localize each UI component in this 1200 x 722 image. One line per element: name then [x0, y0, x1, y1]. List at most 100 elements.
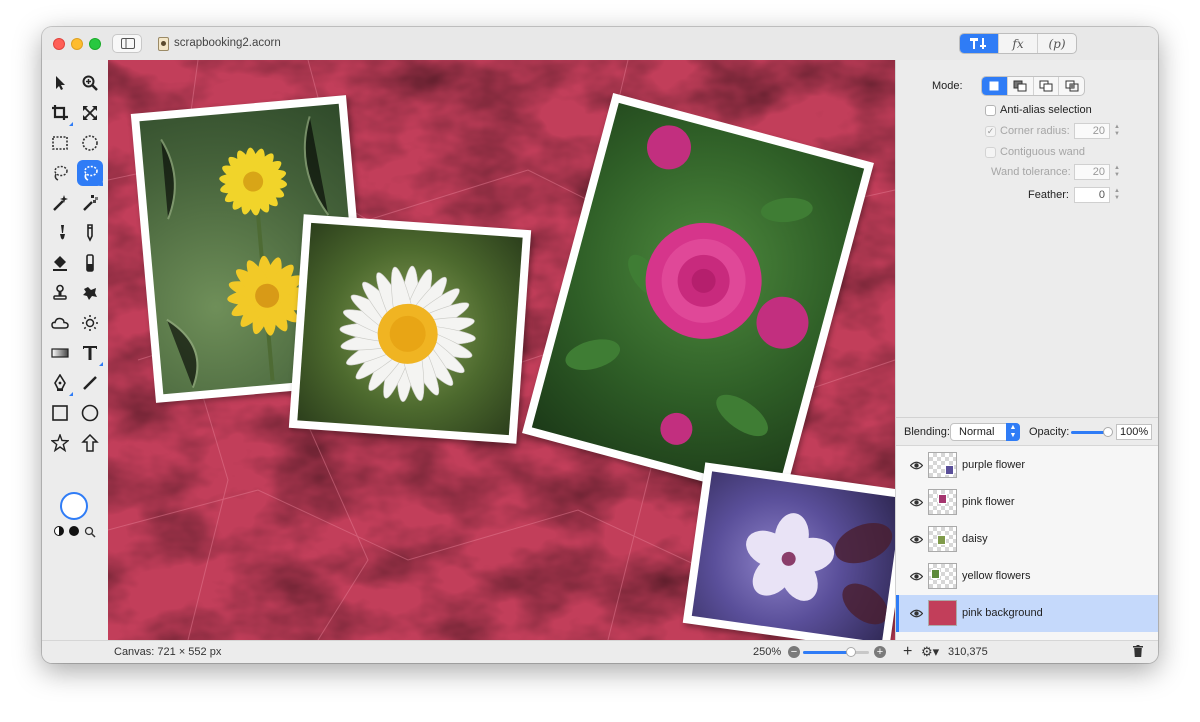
mode-subtract-button[interactable]	[1032, 77, 1059, 95]
zoom-slider-knob[interactable]	[845, 647, 856, 657]
mode-label: Mode:	[932, 80, 963, 92]
app-window: scrapbooking2.acorn fx (p) Mode: Anti-al…	[42, 27, 1158, 663]
zoom-in-button[interactable]: +	[874, 646, 886, 658]
wand-tolerance-stepper[interactable]: ▲ ▼	[1113, 165, 1121, 179]
visibility-eye-icon[interactable]	[910, 459, 923, 472]
properties-palette-tab[interactable]: (p)	[1037, 34, 1076, 53]
zoom-tool[interactable]	[77, 70, 103, 96]
antialias-checkbox[interactable]	[985, 105, 996, 116]
color-wand-tool[interactable]	[77, 190, 103, 216]
text-tool[interactable]	[77, 340, 103, 366]
visibility-eye-icon[interactable]	[910, 607, 923, 620]
image-canvas[interactable]	[108, 60, 895, 640]
palette-segmented-control: fx (p)	[959, 33, 1077, 54]
star-icon	[51, 434, 69, 452]
mode-new-button[interactable]	[982, 77, 1007, 95]
stroke-color-well[interactable]	[69, 526, 79, 536]
visibility-eye-icon[interactable]	[910, 570, 923, 583]
layer-row[interactable]: yellow flowers	[896, 558, 1158, 595]
pencil-icon	[87, 224, 93, 242]
ellipse-select-tool[interactable]	[77, 130, 103, 156]
corner-radius-field[interactable]: 20	[1074, 123, 1110, 139]
eraser-tool[interactable]	[77, 250, 103, 276]
add-layer-button[interactable]: +	[903, 643, 912, 661]
clone-tool[interactable]	[47, 280, 73, 306]
mode-intersect-button[interactable]	[1058, 77, 1084, 95]
arrow-shape-tool[interactable]	[77, 430, 103, 456]
brush-tool[interactable]	[47, 220, 73, 246]
magnetic-lasso-tool[interactable]	[77, 160, 103, 186]
magic-wand-tool[interactable]	[47, 190, 73, 216]
trash-icon[interactable]	[1133, 645, 1143, 657]
layer-row[interactable]: pink background	[896, 595, 1158, 632]
layer-name: yellow flowers	[962, 570, 1031, 582]
tool-inspector: Mode: Anti-alias selection ✓ Corner radi…	[895, 60, 1158, 417]
opacity-field[interactable]: 100%	[1116, 424, 1152, 440]
feather-stepper[interactable]: ▲ ▼	[1113, 188, 1121, 202]
blending-value: Normal	[959, 426, 995, 438]
purple-flower-photo[interactable]	[682, 462, 895, 640]
opacity-slider-knob[interactable]	[1103, 427, 1113, 437]
canvas-size-label: Canvas: 721 × 552 px	[114, 646, 222, 658]
close-window-button[interactable]	[53, 38, 65, 50]
layer-row[interactable]: daisy	[896, 521, 1158, 558]
fx-palette-tab[interactable]: fx	[998, 34, 1037, 53]
line-tool[interactable]	[77, 370, 103, 396]
rect-tool[interactable]	[47, 400, 73, 426]
transform-icon	[83, 106, 97, 120]
eyedropper-icon[interactable]	[84, 526, 96, 538]
transform-tool[interactable]	[77, 100, 103, 126]
status-bar: Canvas: 721 × 552 px 250% − + + ⚙▾ 310,3…	[42, 640, 1158, 663]
fill-color-well[interactable]	[60, 492, 88, 520]
smudge-tool[interactable]	[77, 280, 103, 306]
pen-nib-icon	[54, 374, 66, 391]
sidebar-toggle-button[interactable]	[112, 34, 142, 53]
layer-thumbnail	[928, 526, 957, 552]
swap-colors-icon[interactable]	[54, 526, 64, 536]
visibility-eye-icon[interactable]	[910, 533, 923, 546]
minimize-window-button[interactable]	[71, 38, 83, 50]
corner-radius-stepper[interactable]: ▲ ▼	[1113, 124, 1121, 138]
layer-actions-gear-icon[interactable]: ⚙▾	[921, 644, 939, 660]
sun-tool[interactable]	[77, 310, 103, 336]
layer-row[interactable]: pink flower	[896, 484, 1158, 521]
layer-name: pink background	[962, 607, 1043, 619]
zoom-out-button[interactable]: −	[788, 646, 800, 658]
lasso-tool[interactable]	[47, 160, 73, 186]
lasso-icon	[54, 165, 68, 181]
contiguous-wand-checkbox[interactable]	[985, 147, 996, 158]
rect-select-tool[interactable]	[47, 130, 73, 156]
zoom-window-button[interactable]	[89, 38, 101, 50]
daisy-photo[interactable]	[288, 214, 532, 444]
gradient-icon	[51, 348, 69, 358]
tools-palette-tab[interactable]	[960, 34, 998, 53]
layer-row[interactable]: purple flower	[896, 447, 1158, 484]
cloud-tool[interactable]	[47, 310, 73, 336]
document-icon	[158, 37, 169, 51]
crop-tool[interactable]	[47, 100, 73, 126]
rect-marquee-icon	[52, 136, 68, 150]
mode-add-button[interactable]	[1006, 77, 1033, 95]
corner-radius-checkbox[interactable]: ✓	[985, 126, 996, 137]
opacity-slider[interactable]	[1071, 431, 1107, 434]
star-tool[interactable]	[47, 430, 73, 456]
visibility-eye-icon[interactable]	[910, 496, 923, 509]
wand-tolerance-field[interactable]: 20	[1074, 164, 1110, 180]
arrow-tool[interactable]	[47, 70, 73, 96]
pen-tool[interactable]	[47, 370, 73, 396]
fill-tool[interactable]	[47, 250, 73, 276]
feather-field[interactable]: 0	[1074, 187, 1110, 203]
daisy-image	[339, 265, 476, 402]
layers-panel: Blending: Normal ▲ ▼ Opacity: 100% purple…	[895, 417, 1158, 640]
feather-label: Feather:	[1028, 189, 1069, 201]
brush-icon	[60, 225, 65, 240]
eraser-icon	[86, 254, 94, 272]
blending-select[interactable]: Normal ▲ ▼	[950, 423, 1020, 441]
subtract-selection-icon	[1039, 80, 1053, 92]
zoom-slider[interactable]	[803, 647, 869, 657]
zoom-level: 250%	[753, 646, 782, 658]
sun-icon	[82, 315, 98, 331]
gradient-tool[interactable]	[47, 340, 73, 366]
pencil-tool[interactable]	[77, 220, 103, 246]
oval-tool[interactable]	[77, 400, 103, 426]
